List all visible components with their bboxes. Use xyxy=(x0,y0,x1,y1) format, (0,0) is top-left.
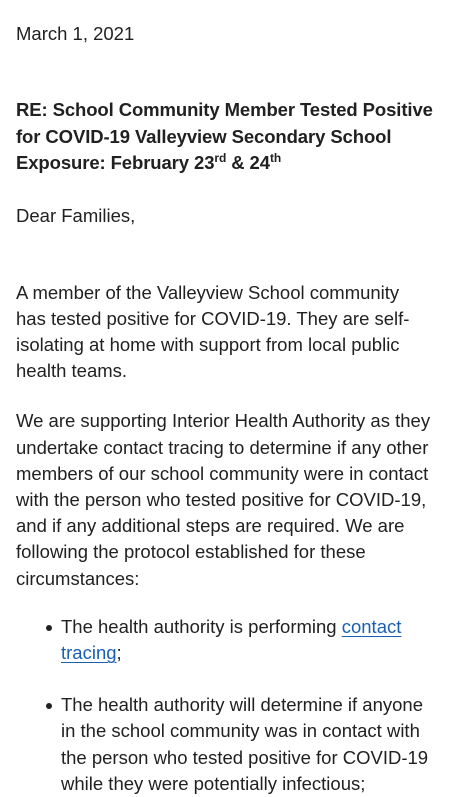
letter-date: March 1, 2021 xyxy=(16,23,135,44)
list-item-text: The health authority will determine if a… xyxy=(61,694,429,794)
list-item-text-end: ; xyxy=(116,641,122,663)
bullet-icon xyxy=(46,703,52,710)
list-item: The health authority is performing conta… xyxy=(16,614,434,666)
list-item-text: The health authority is performing xyxy=(61,615,342,637)
bullet-icon xyxy=(46,624,52,631)
letter-page: March 1, 2021 RE: School Community Membe… xyxy=(0,0,450,794)
protocol-list: The health authority is performing conta… xyxy=(16,614,434,797)
list-item: The health authority will determine if a… xyxy=(16,692,434,797)
subject-second-date: & 24 xyxy=(226,152,270,173)
subject-ordinal-rd: rd xyxy=(214,151,227,165)
subject-ordinal-th: th xyxy=(269,151,282,165)
letter-subject: RE: School Community Member Tested Posit… xyxy=(16,97,434,177)
paragraph-positive-case: A member of the Valleyview School commun… xyxy=(16,281,410,382)
letter-greeting: Dear Families, xyxy=(16,204,136,226)
paragraph-contact-tracing: We are supporting Interior Health Author… xyxy=(16,410,431,589)
